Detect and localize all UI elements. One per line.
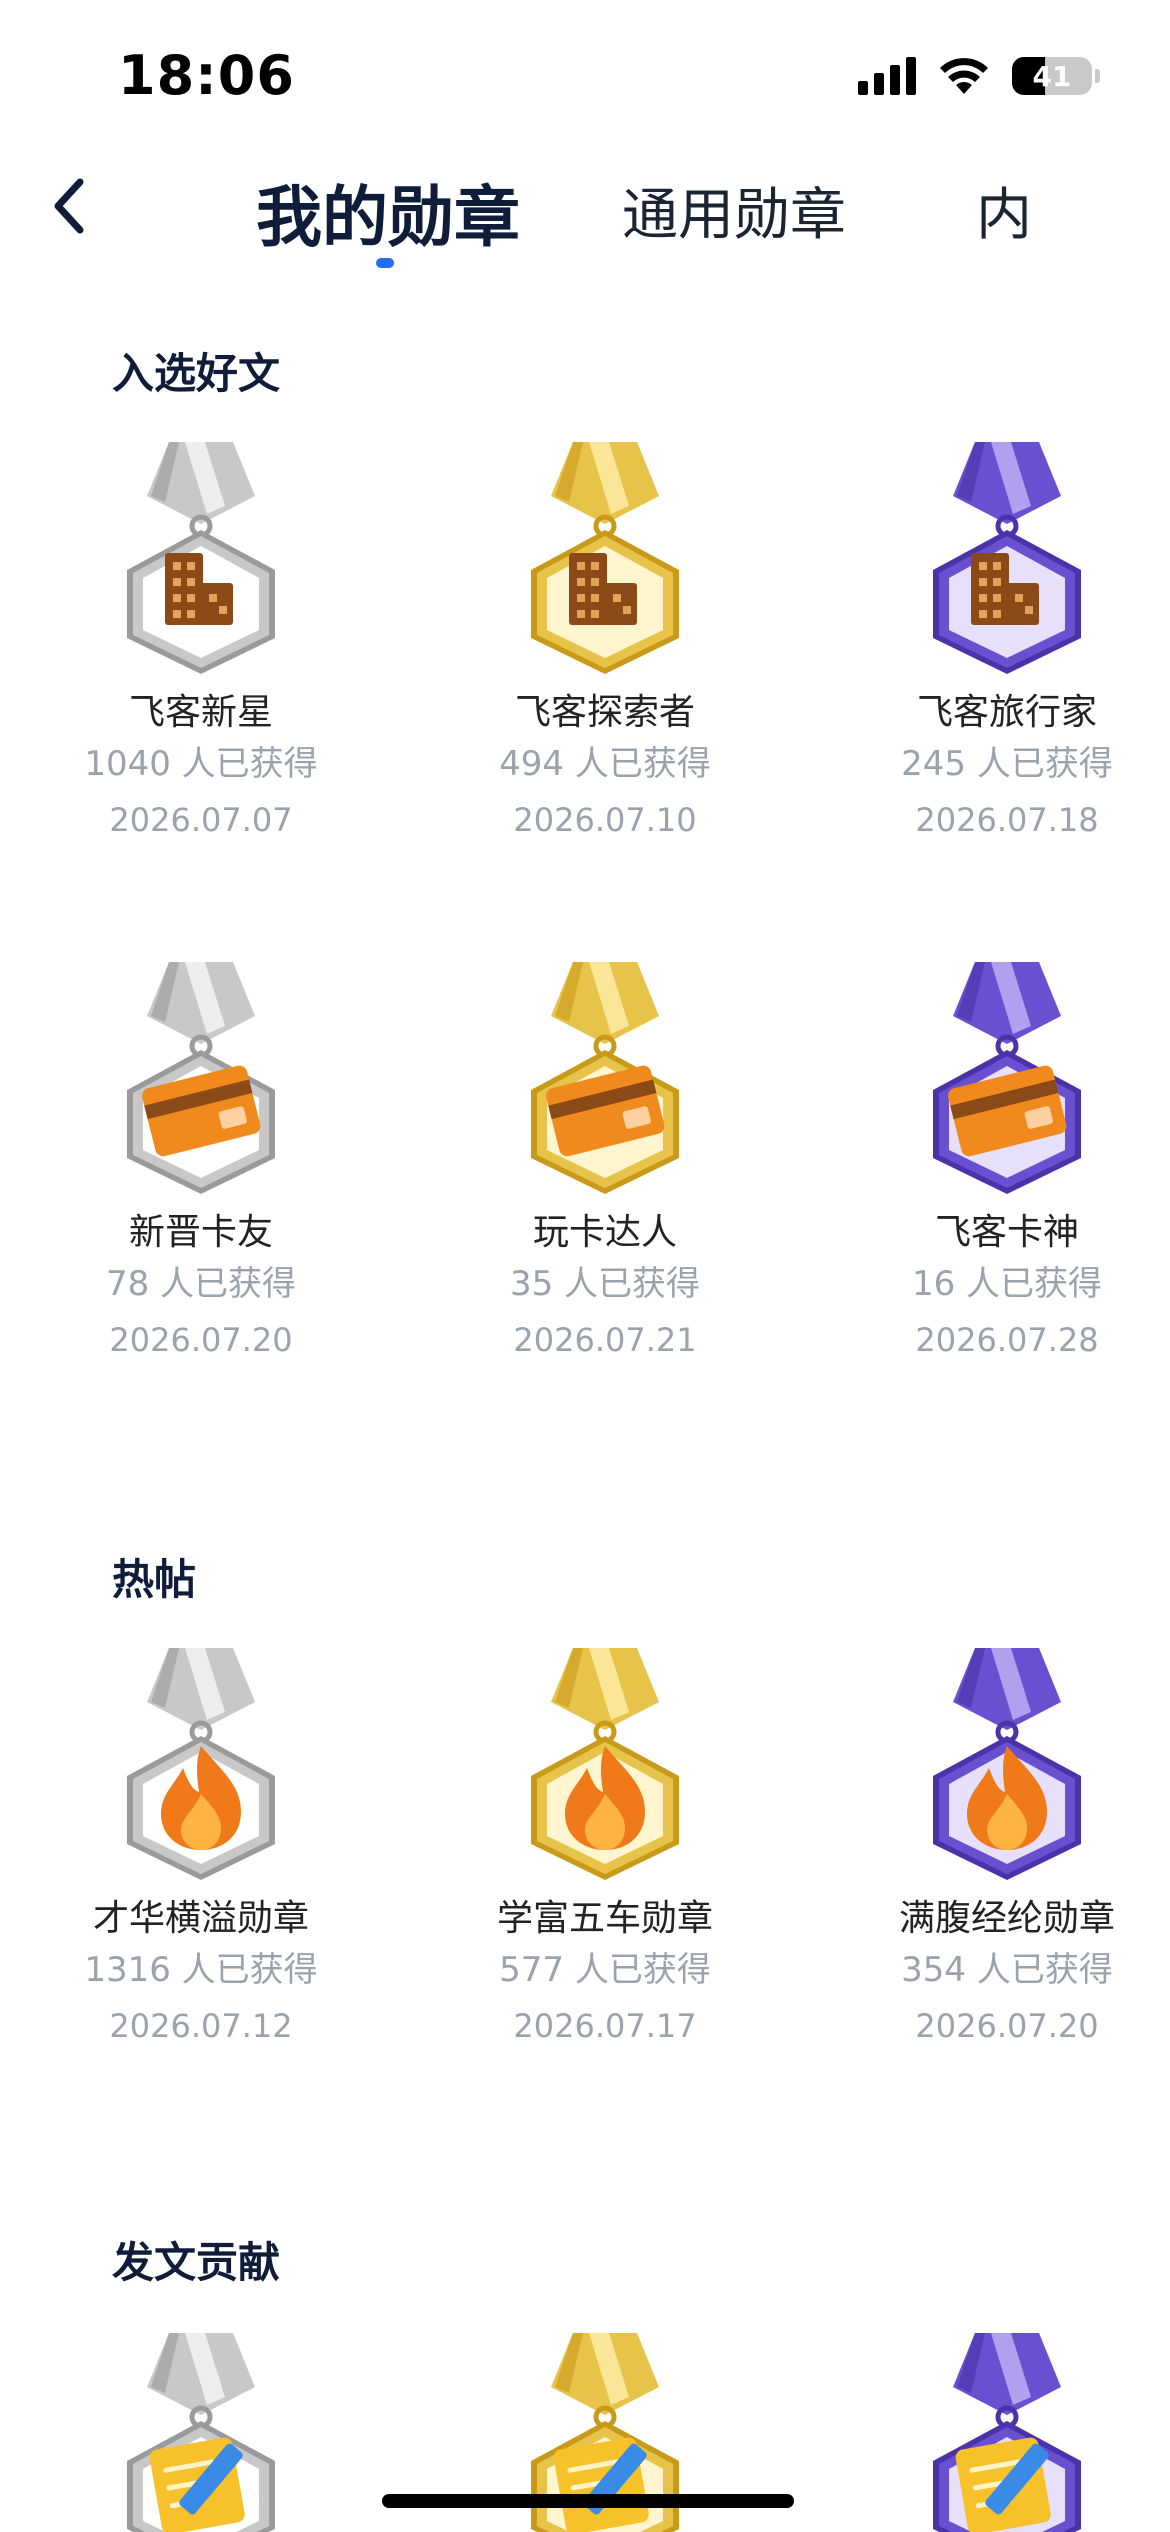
pencil-note-icon: [955, 2437, 1051, 2532]
badge-name: 飞客旅行家: [916, 692, 1097, 733]
badge-earned-count: 16 人已获得: [911, 1264, 1103, 1304]
battery-level: 41: [1032, 59, 1072, 93]
medal-silver: [127, 962, 275, 1194]
badge-card[interactable]: 满腹经纶勋章 354 人已获得 2026.07.20: [842, 1648, 1170, 2056]
badge-earned-count: 354 人已获得: [901, 1950, 1113, 1990]
badge-card[interactable]: 新晋卡友 78 人已获得 2026.07.20: [36, 962, 366, 1370]
medal-silver: [127, 2333, 275, 2532]
signal-icon: [858, 57, 916, 95]
badge-date: 2026.07.07: [109, 801, 293, 839]
badge-name: 新晋卡友: [128, 1212, 273, 1253]
badge-date: 2026.07.28: [915, 1321, 1099, 1359]
badge-date: 2026.07.10: [513, 801, 697, 839]
badge-earned-count: 78 人已获得: [105, 1264, 297, 1304]
badge-name: 满腹经纶勋章: [898, 1898, 1115, 1939]
badge-date: 2026.07.20: [915, 2007, 1099, 2045]
medal-gold: [531, 962, 679, 1194]
tab-my-badges[interactable]: 我的勋章: [256, 164, 520, 260]
nav-bar: 我的勋章 通用勋章 内: [0, 150, 1170, 300]
badge-name: 玩卡达人: [532, 1212, 677, 1253]
section-title-hot-posts: 热帖: [112, 1555, 197, 1604]
badge-earned-count: 35 人已获得: [509, 1264, 701, 1304]
medal-silver: [127, 1648, 275, 1880]
medal-gold: [531, 442, 679, 674]
badge-card[interactable]: 飞客探索者 494 人已获得 2026.07.10: [440, 442, 770, 850]
badge-earned-count: 1316 人已获得: [84, 1950, 318, 1990]
medal-silver: [127, 442, 275, 674]
wifi-icon: [940, 58, 988, 94]
badge-date: 2026.07.21: [513, 1321, 697, 1359]
status-bar: 18:06 41: [0, 0, 1170, 150]
badge-card[interactable]: 才华横溢勋章 1316 人已获得 2026.07.12: [36, 1648, 366, 2056]
badge-earned-count: 1040 人已获得: [84, 744, 318, 784]
badge-card[interactable]: 玩卡达人 35 人已获得 2026.07.21: [440, 962, 770, 1370]
medal-purple: [933, 1648, 1081, 1880]
badge-card[interactable]: 飞客卡神 16 人已获得 2026.07.28: [842, 962, 1170, 1370]
home-indicator[interactable]: [382, 2494, 794, 2508]
badge-date: 2026.07.12: [109, 2007, 293, 2045]
badge-earned-count: 245 人已获得: [901, 744, 1113, 784]
badge-date: 2026.07.18: [915, 801, 1099, 839]
back-button[interactable]: [40, 176, 100, 236]
badge-card[interactable]: [36, 2333, 366, 2532]
badge-screen: 18:06 41 我的勋章 通用勋章 内 入选好文 热帖 发文贡献 飞客新星 1…: [0, 0, 1170, 2532]
badge-card[interactable]: 飞客旅行家 245 人已获得 2026.07.18: [842, 442, 1170, 850]
status-time: 18:06: [118, 44, 295, 107]
battery-icon: 41: [1012, 57, 1092, 95]
badge-date: 2026.07.20: [109, 1321, 293, 1359]
badge-name: 才华横溢勋章: [92, 1898, 309, 1939]
badge-card[interactable]: 学富五车勋章 577 人已获得 2026.07.17: [440, 1648, 770, 2056]
badge-name: 学富五车勋章: [496, 1898, 713, 1939]
badge-earned-count: 577 人已获得: [499, 1950, 711, 1990]
medal-purple: [933, 442, 1081, 674]
pencil-note-icon: [149, 2437, 245, 2532]
badge-card[interactable]: 飞客新星 1040 人已获得 2026.07.07: [36, 442, 366, 850]
badge-name: 飞客新星: [128, 692, 273, 733]
battery-tip: [1095, 69, 1100, 83]
medal-purple: [933, 962, 1081, 1194]
badge-earned-count: 494 人已获得: [499, 744, 711, 784]
status-icons: 41: [858, 56, 1100, 96]
chevron-left-icon: [54, 178, 84, 234]
medal-gold: [531, 1648, 679, 1880]
badge-card[interactable]: [842, 2333, 1170, 2532]
badge-name: 飞客探索者: [514, 692, 695, 733]
tab-active-indicator: [376, 258, 394, 268]
section-title-contribution: 发文贡献: [112, 2238, 281, 2287]
pencil-note-icon: [553, 2437, 649, 2532]
tab-inner[interactable]: 内: [976, 170, 1032, 251]
badge-date: 2026.07.17: [513, 2007, 697, 2045]
tab-general-badges[interactable]: 通用勋章: [622, 170, 846, 251]
badge-name: 飞客卡神: [934, 1212, 1079, 1253]
section-title-featured: 入选好文: [112, 349, 281, 398]
medal-purple: [933, 2333, 1081, 2532]
